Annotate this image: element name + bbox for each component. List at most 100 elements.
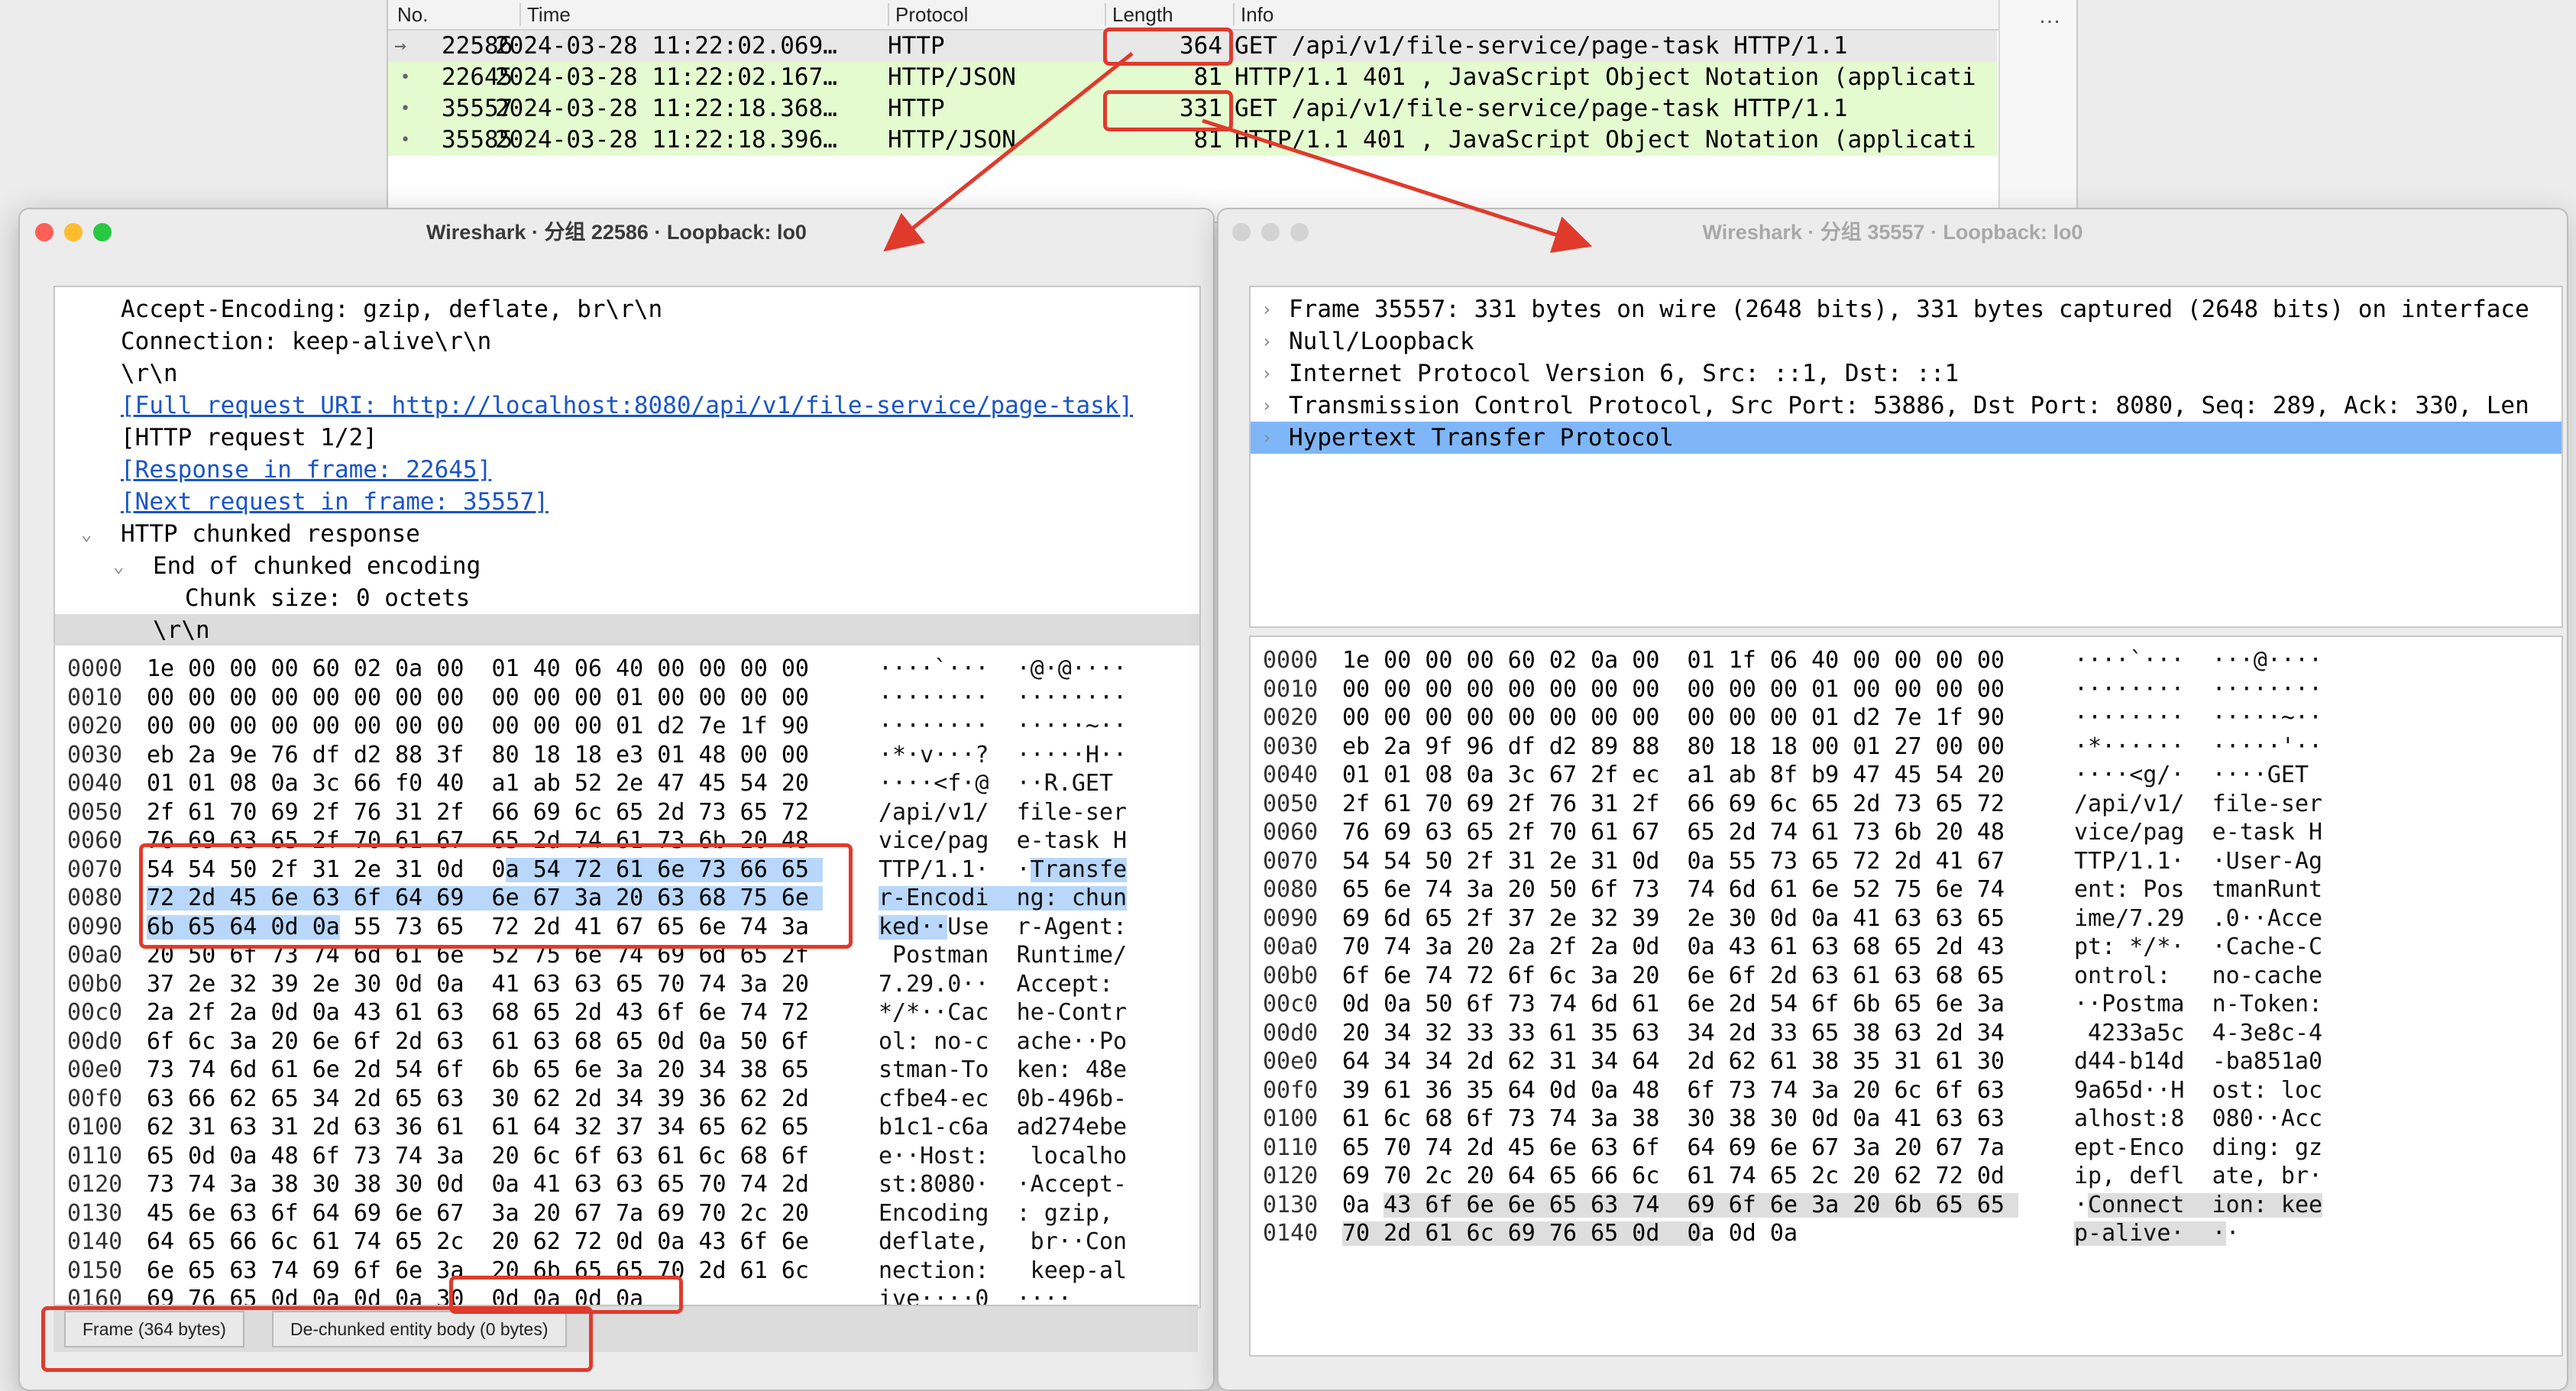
hex-ascii[interactable]: ol: no-c ache··Po	[879, 1027, 1127, 1056]
hex-ascii[interactable]: b1c1-c6a ad274ebe	[879, 1113, 1127, 1142]
packet-bytes-pane[interactable]: 0000 1e 00 00 00 60 02 0a 00 01 1f 06 40 …	[1249, 636, 2563, 1357]
hex-bytes[interactable]: 20 50 6f 73 74 6d 61 6e 52 75 6e 74 69 6…	[147, 941, 809, 970]
hex-bytes[interactable]: 2f 61 70 69 2f 76 31 2f 66 69 6c 65 2d 7…	[147, 798, 809, 827]
hex-bytes[interactable]: 2f 61 70 69 2f 76 31 2f 66 69 6c 65 2d 7…	[1342, 790, 2005, 819]
hex-ascii[interactable]: ent: Pos tmanRunt	[2074, 875, 2322, 904]
hex-bytes[interactable]: 20 34 32 33 33 61 35 63 34 2d 33 65 38 6…	[1342, 1019, 2005, 1048]
hex-ascii[interactable]: ··Postma n-Token:	[2074, 990, 2322, 1019]
column-info[interactable]: Info	[1233, 3, 1273, 26]
hex-ascii[interactable]: ····<f·@ ··R.GET	[879, 769, 1127, 798]
hex-bytes[interactable]: 63 66 62 65 34 2d 65 63 30 62 2d 34 39 3…	[147, 1085, 809, 1114]
hex-bytes[interactable]: 73 74 6d 61 6e 2d 54 6f 6b 65 6e 3a 20 3…	[147, 1056, 809, 1085]
tree-item[interactable]: › Frame 35557: 331 bytes on wire (2648 bi…	[1251, 293, 2561, 325]
hex-bytes[interactable]: eb 2a 9e 76 df d2 88 3f 80 18 18 e3 01 4…	[147, 741, 809, 770]
hex-bytes[interactable]: 64 34 34 2d 62 31 34 64 2d 62 61 38 35 3…	[1342, 1047, 2005, 1076]
hex-bytes[interactable]: 62 31 63 31 2d 63 36 61 61 64 32 37 34 6…	[147, 1113, 809, 1142]
hex-bytes[interactable]: 0a 43 6f 6e 6e 65 63 74 69 6f 6e 3a 20 6…	[1342, 1191, 2005, 1220]
hex-bytes[interactable]: 6f 6e 74 72 6f 6c 3a 20 6e 6f 2d 63 61 6…	[1342, 962, 2005, 991]
hex-bytes[interactable]: 00 00 00 00 00 00 00 00 00 00 00 01 d2 7…	[1342, 704, 2005, 733]
hex-bytes[interactable]: 70 74 3a 20 2a 2f 2a 0d 0a 43 61 63 68 6…	[1342, 933, 2005, 962]
more-icon[interactable]: …	[2038, 3, 2061, 29]
column-length[interactable]: Length	[1105, 3, 1173, 26]
hex-ascii[interactable]: /api/v1/ file-ser	[879, 798, 1127, 827]
packet-row[interactable]: • 22645 2024-03-28 11:22:02.167… HTTP/JSON 8…	[388, 62, 1997, 93]
hex-bytes[interactable]: 61 6c 68 6f 73 74 3a 38 30 38 30 0d 0a 4…	[1342, 1105, 2005, 1134]
hex-ascii[interactable]: p-alive· ··	[2074, 1219, 2240, 1248]
hex-bytes[interactable]: 73 74 3a 38 30 38 30 0d 0a 41 63 63 65 7…	[147, 1170, 809, 1199]
hex-bytes[interactable]: eb 2a 9f 96 df d2 89 88 80 18 18 00 01 2…	[1342, 733, 2005, 762]
hex-ascii[interactable]: Postman Runtime/	[879, 941, 1127, 970]
hex-ascii[interactable]: ontrol: no-cache	[2074, 962, 2322, 991]
hex-bytes[interactable]: 01 01 08 0a 3c 66 f0 40 a1 ab 52 2e 47 4…	[147, 769, 809, 798]
packet-row[interactable]: → 22586 2024-03-28 11:22:02.069… HTTP 364 GET…	[388, 31, 1997, 62]
hex-ascii[interactable]: ····`··· ·@·@····	[879, 655, 1127, 684]
packet-details-tree[interactable]: › Frame 35557: 331 bytes on wire (2648 bi…	[1249, 286, 2563, 628]
chevron-down-icon[interactable]: ⌄	[81, 518, 92, 550]
chevron-right-icon[interactable]: ›	[1261, 357, 1272, 390]
hex-bytes[interactable]: 72 2d 45 6e 63 6f 64 69 6e 67 3a 20 63 6…	[147, 884, 809, 913]
chevron-down-icon[interactable]: ⌄	[113, 550, 124, 582]
hex-ascii[interactable]: ept-Enco ding: gz	[2074, 1134, 2322, 1163]
tree-item[interactable]: \r\n	[55, 614, 1199, 643]
hex-ascii[interactable]: ·Connect ion: kee	[2074, 1191, 2322, 1220]
hex-ascii[interactable]: cfbe4-ec 0b-496b-	[879, 1085, 1127, 1114]
hex-ascii[interactable]: d44-b14d -ba851a0	[2074, 1047, 2322, 1076]
packet-row[interactable]: • 35557 2024-03-28 11:22:18.368… HTTP 331 GET…	[388, 93, 1997, 125]
hex-bytes[interactable]: 6e 65 63 74 69 6f 6e 3a 20 6b 65 65 70 2…	[147, 1257, 809, 1286]
hex-ascii[interactable]: 7.29.0·· Accept:	[879, 970, 1127, 999]
tree-item[interactable]: › Hypertext Transfer Protocol	[1251, 422, 2561, 454]
hex-bytes[interactable]: 1e 00 00 00 60 02 0a 00 01 40 06 40 00 0…	[147, 655, 809, 684]
hex-ascii[interactable]: ip, defl ate, br·	[2074, 1162, 2322, 1191]
hex-bytes[interactable]: 65 0d 0a 48 6f 73 74 3a 20 6c 6f 63 61 6…	[147, 1142, 809, 1171]
zoom-icon[interactable]	[93, 223, 112, 241]
hex-bytes[interactable]: 00 00 00 00 00 00 00 00 00 00 00 01 00 0…	[1342, 675, 2005, 704]
tab-dechunked-body[interactable]: De-chunked entity body (0 bytes)	[272, 1311, 567, 1347]
packet-row[interactable]: • 35585 2024-03-28 11:22:18.396… HTTP/JSON 8…	[388, 125, 1997, 156]
packet-list-scroll-area[interactable]: …	[1998, 0, 2076, 222]
hex-ascii[interactable]: alhost:8 080··Acc	[2074, 1105, 2322, 1134]
hex-ascii[interactable]: r-Encodi ng: chun	[879, 884, 1127, 913]
hex-ascii[interactable]: ········ ·····~··	[2074, 704, 2322, 733]
tree-item[interactable]: › Null/Loopback	[1251, 325, 2561, 357]
chevron-right-icon[interactable]: ›	[1261, 422, 1272, 454]
window-titlebar[interactable]: Wireshark · 分组 35557 · Loopback: lo0	[1218, 209, 2567, 255]
packet-bytes-pane[interactable]: 0000 1e 00 00 00 60 02 0a 00 01 40 06 40 …	[53, 643, 1201, 1309]
close-icon[interactable]	[35, 223, 53, 241]
chevron-right-icon[interactable]: ›	[1261, 390, 1272, 422]
hex-ascii[interactable]: pt: */*· ·Cache-C	[2074, 933, 2322, 962]
hex-ascii[interactable]: ····`··· ···@····	[2074, 646, 2322, 675]
hex-ascii[interactable]: ········ ········	[879, 684, 1127, 713]
hex-ascii[interactable]: */*··Cac he-Contr	[879, 998, 1127, 1027]
hex-bytes[interactable]: 1e 00 00 00 60 02 0a 00 01 1f 06 40 00 0…	[1342, 646, 2005, 675]
minimize-icon[interactable]	[64, 223, 83, 241]
hex-ascii[interactable]: ········ ·····~··	[879, 712, 1127, 741]
hex-bytes[interactable]: 00 00 00 00 00 00 00 00 00 00 00 01 00 0…	[147, 684, 809, 713]
hex-ascii[interactable]: ·*······ ·····'··	[2074, 733, 2322, 762]
tree-item[interactable]: › Internet Protocol Version 6, Src: ::1, …	[1251, 357, 2561, 390]
hex-ascii[interactable]: deflate, br··Con	[879, 1228, 1127, 1257]
hex-bytes[interactable]: 65 70 74 2d 45 6e 63 6f 64 69 6e 67 3a 2…	[1342, 1134, 2005, 1163]
hex-ascii[interactable]: ime/7.29 .0··Acce	[2074, 904, 2322, 933]
hex-ascii[interactable]: Encoding : gzip,	[879, 1199, 1127, 1228]
tab-frame[interactable]: Frame (364 bytes)	[64, 1311, 244, 1347]
chevron-right-icon[interactable]: ›	[1261, 325, 1272, 357]
hex-ascii[interactable]: vice/pag e-task H	[2074, 818, 2322, 847]
tree-item[interactable]: ⌄ End of chunked encoding	[55, 550, 1199, 582]
tree-item[interactable]: Accept-Encoding: gzip, deflate, br\r\n	[55, 293, 1199, 325]
close-icon[interactable]	[1232, 223, 1251, 241]
hex-ascii[interactable]: 4233a5c 4-3e8c-4	[2074, 1019, 2322, 1048]
hex-ascii[interactable]: TTP/1.1· ·User-Ag	[2074, 847, 2322, 876]
hex-ascii[interactable]: nection: keep-al	[879, 1257, 1127, 1286]
chevron-right-icon[interactable]: ›	[1261, 293, 1272, 325]
hex-bytes[interactable]: 76 69 63 65 2f 70 61 67 65 2d 74 61 73 6…	[1342, 818, 2005, 847]
minimize-icon[interactable]	[1261, 223, 1280, 241]
hex-ascii[interactable]: ····<g/· ····GET	[2074, 761, 2322, 790]
hex-bytes[interactable]: 39 61 36 35 64 0d 0a 48 6f 73 74 3a 20 6…	[1342, 1076, 2005, 1105]
hex-bytes[interactable]: 70 2d 61 6c 69 76 65 0d 0a 0d 0a	[1342, 1219, 1798, 1248]
tree-item[interactable]: \r\n	[55, 357, 1199, 390]
hex-bytes[interactable]: 45 6e 63 6f 64 69 6e 67 3a 20 67 7a 69 7…	[147, 1199, 809, 1228]
tree-item[interactable]: Chunk size: 0 octets	[55, 582, 1199, 614]
hex-ascii[interactable]: e··Host: localho	[879, 1142, 1127, 1171]
hex-ascii[interactable]: /api/v1/ file-ser	[2074, 790, 2322, 819]
hex-bytes[interactable]: 54 54 50 2f 31 2e 31 0d 0a 55 73 65 72 2…	[1342, 847, 2005, 876]
